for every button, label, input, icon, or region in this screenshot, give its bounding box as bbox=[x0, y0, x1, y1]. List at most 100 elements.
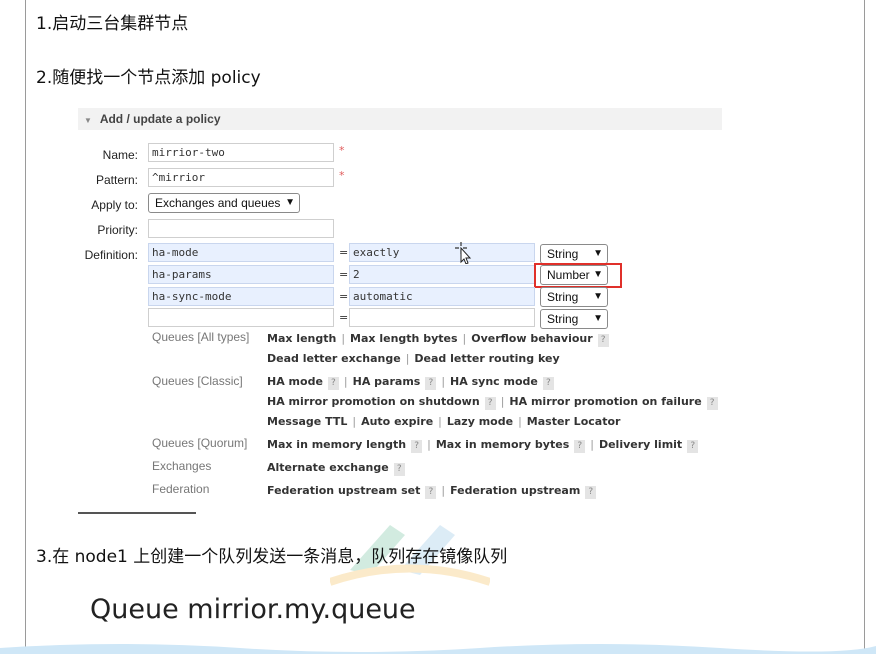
policy-panel: ▼ Add / update a policy bbox=[78, 108, 722, 130]
chevron-down-icon: ▼ bbox=[593, 248, 603, 259]
separator: | bbox=[438, 415, 442, 428]
priority-label: Priority: bbox=[97, 223, 138, 237]
help-icon[interactable]: ? bbox=[393, 463, 405, 476]
link-delivery-limit[interactable]: Delivery limit bbox=[599, 438, 682, 451]
link-ha-promotion-failure[interactable]: HA mirror promotion on failure bbox=[509, 395, 701, 408]
separator: | bbox=[518, 415, 522, 428]
definition-value-input[interactable]: 2 bbox=[349, 265, 535, 284]
definition-label: Definition: bbox=[84, 248, 138, 262]
link-master-locator[interactable]: Master Locator bbox=[527, 415, 621, 428]
exchanges-links: Alternate exchange? bbox=[267, 461, 405, 476]
help-icon[interactable]: ? bbox=[597, 334, 609, 347]
federation-links: Federation upstream set? | Federation upst… bbox=[267, 484, 597, 499]
definition-value-input[interactable]: exactly bbox=[349, 243, 535, 262]
separator: | bbox=[441, 375, 446, 388]
apply-to-label: Apply to: bbox=[91, 198, 138, 212]
help-icon[interactable]: ? bbox=[425, 377, 437, 390]
definition-key-input[interactable]: ha-mode bbox=[148, 243, 334, 262]
category-queues-all: Queues [All types] bbox=[152, 330, 250, 344]
apply-to-value: Exchanges and queues bbox=[155, 196, 281, 210]
link-max-length-bytes[interactable]: Max length bytes bbox=[350, 332, 457, 345]
link-dead-letter-routing-key[interactable]: Dead letter routing key bbox=[414, 352, 559, 365]
definition-key-input[interactable]: ha-params bbox=[148, 265, 334, 284]
link-overflow-behaviour[interactable]: Overflow behaviour bbox=[471, 332, 592, 345]
divider bbox=[78, 512, 196, 514]
help-icon[interactable]: ? bbox=[687, 440, 699, 453]
move-cursor-icon bbox=[455, 242, 472, 264]
step-2-text: 2.随便找一个节点添加 policy bbox=[36, 68, 261, 88]
queues-classic-links-line3: Message TTL | Auto expire | Lazy mode | Master… bbox=[267, 415, 620, 428]
link-ha-mode[interactable]: HA mode bbox=[267, 375, 323, 388]
queue-heading-name: mirrior.my.queue bbox=[187, 594, 416, 625]
equals-sign: = bbox=[339, 290, 349, 303]
link-ha-sync-mode[interactable]: HA sync mode bbox=[450, 375, 538, 388]
pattern-label: Pattern: bbox=[95, 173, 138, 187]
link-message-ttl[interactable]: Message TTL bbox=[267, 415, 347, 428]
definition-value-input[interactable] bbox=[349, 308, 535, 327]
required-mark: * bbox=[339, 169, 345, 182]
step-1-text: 1.启动三台集群节点 bbox=[36, 14, 189, 34]
help-icon[interactable]: ? bbox=[706, 397, 718, 410]
queues-quorum-links: Max in memory length? | Max in memory byte… bbox=[267, 438, 699, 453]
link-ha-params[interactable]: HA params bbox=[353, 375, 421, 388]
link-federation-upstream[interactable]: Federation upstream bbox=[450, 484, 580, 497]
link-max-in-memory-bytes[interactable]: Max in memory bytes bbox=[436, 438, 569, 451]
definition-type-select[interactable]: String ▼ bbox=[540, 309, 608, 329]
help-icon[interactable]: ? bbox=[425, 486, 437, 499]
separator: | bbox=[590, 438, 594, 451]
category-queues-quorum: Queues [Quorum] bbox=[152, 436, 248, 450]
definition-type-value: String bbox=[547, 290, 579, 304]
equals-sign: = bbox=[339, 268, 349, 281]
link-max-in-memory-length[interactable]: Max in memory length bbox=[267, 438, 406, 451]
apply-to-select[interactable]: Exchanges and queues ▼ bbox=[148, 193, 300, 213]
separator: | bbox=[343, 375, 348, 388]
help-icon[interactable]: ? bbox=[484, 397, 496, 410]
link-federation-upstream-set[interactable]: Federation upstream set bbox=[267, 484, 420, 497]
equals-sign: = bbox=[339, 246, 349, 259]
name-input[interactable]: mirrior-two bbox=[148, 143, 334, 162]
section-header[interactable]: ▼ Add / update a policy bbox=[78, 108, 722, 130]
separator: | bbox=[441, 484, 446, 497]
priority-input[interactable] bbox=[148, 219, 334, 238]
queues-all-links-line1: Max length | Max length bytes | Overflow beh… bbox=[267, 332, 609, 347]
separator: | bbox=[352, 415, 357, 428]
separator: | bbox=[405, 352, 410, 365]
help-icon[interactable]: ? bbox=[574, 440, 586, 453]
queue-heading-prefix: Queue bbox=[90, 594, 179, 625]
separator: | bbox=[427, 438, 431, 451]
section-title: Add / update a policy bbox=[99, 112, 221, 126]
separator: | bbox=[500, 395, 505, 408]
definition-key-input[interactable] bbox=[148, 308, 334, 327]
definition-type-value: String bbox=[547, 247, 579, 261]
definition-value-input[interactable]: automatic bbox=[349, 287, 535, 306]
link-max-length[interactable]: Max length bbox=[267, 332, 336, 345]
definition-type-select[interactable]: String ▼ bbox=[540, 244, 608, 264]
name-label: Name: bbox=[102, 148, 138, 162]
required-mark: * bbox=[339, 144, 345, 157]
help-icon[interactable]: ? bbox=[585, 486, 597, 499]
link-auto-expire[interactable]: Auto expire bbox=[361, 415, 433, 428]
equals-sign: = bbox=[339, 311, 349, 324]
definition-type-value: String bbox=[547, 312, 579, 326]
definition-key-input[interactable]: ha-sync-mode bbox=[148, 287, 334, 306]
queues-classic-links-line2: HA mirror promotion on shutdown? | HA mirr… bbox=[267, 395, 718, 410]
help-icon[interactable]: ? bbox=[327, 377, 339, 390]
category-federation: Federation bbox=[152, 482, 210, 496]
definition-type-select[interactable]: String ▼ bbox=[540, 287, 608, 307]
queues-classic-links-line1: HA mode? | HA params? | HA sync mode? bbox=[267, 375, 554, 390]
pattern-input[interactable]: ^mirrior bbox=[148, 168, 334, 187]
link-alternate-exchange[interactable]: Alternate exchange bbox=[267, 461, 389, 474]
highlight-box bbox=[534, 263, 622, 288]
help-icon[interactable]: ? bbox=[411, 440, 423, 453]
chevron-down-icon: ▼ bbox=[285, 197, 295, 208]
chevron-down-icon: ▼ bbox=[593, 313, 603, 324]
separator: | bbox=[462, 332, 467, 345]
link-ha-promotion-shutdown[interactable]: HA mirror promotion on shutdown bbox=[267, 395, 480, 408]
link-dead-letter-exchange[interactable]: Dead letter exchange bbox=[267, 352, 401, 365]
chevron-down-icon: ▼ bbox=[593, 291, 603, 302]
triangle-down-icon: ▼ bbox=[84, 116, 92, 125]
queue-heading: Queue mirrior.my.queue bbox=[90, 594, 416, 625]
link-lazy-mode[interactable]: Lazy mode bbox=[447, 415, 513, 428]
help-icon[interactable]: ? bbox=[542, 377, 554, 390]
queues-all-links-line2: Dead letter exchange | Dead letter routing… bbox=[267, 352, 560, 365]
